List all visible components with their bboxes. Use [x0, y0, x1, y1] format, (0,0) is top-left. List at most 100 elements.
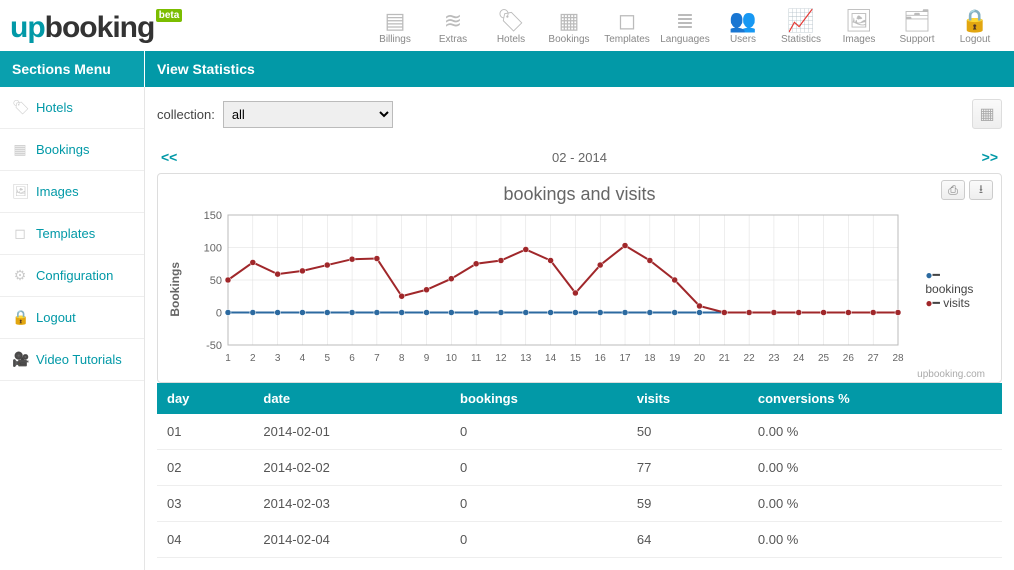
svg-text:27: 27 — [868, 353, 880, 364]
logout-icon: 🔒 — [946, 10, 1004, 32]
col-date: date — [253, 383, 450, 414]
hotels-icon: 🏷 — [482, 10, 540, 32]
main-content: collection: all ▦ << 02 - 2014 >> ⎙ ⭳ bo… — [145, 87, 1014, 570]
video-tutorials-icon: 🎥 — [12, 351, 28, 368]
images-icon: 🖼 — [830, 10, 888, 32]
svg-text:21: 21 — [719, 353, 731, 364]
topnav-statistics[interactable]: 📈Statistics — [772, 6, 830, 49]
svg-text:8: 8 — [399, 353, 405, 364]
chart-legend: ●━ bookings ●━ visits — [925, 268, 991, 310]
svg-text:26: 26 — [843, 353, 855, 364]
topnav-images[interactable]: 🖼Images — [830, 6, 888, 49]
sidebar-item-label: Templates — [36, 226, 95, 241]
svg-text:2: 2 — [250, 353, 256, 364]
chart-title: bookings and visits — [168, 180, 991, 209]
sidebar-item-bookings[interactable]: ▦ Bookings — [0, 129, 144, 171]
svg-text:1: 1 — [225, 353, 231, 364]
svg-text:15: 15 — [570, 353, 582, 364]
stats-table: daydatebookingsvisitsconversions % 01201… — [157, 383, 1002, 558]
svg-text:19: 19 — [669, 353, 681, 364]
col-day: day — [157, 383, 253, 414]
topnav-extras[interactable]: ≋Extras — [424, 6, 482, 49]
statistics-icon: 📈 — [772, 10, 830, 32]
col-conversions-%: conversions % — [748, 383, 1002, 414]
sidebar-item-images[interactable]: 🖼 Images — [0, 171, 144, 213]
chart-credit: upbooking.com — [168, 369, 991, 380]
topnav-logout[interactable]: 🔒Logout — [946, 6, 1004, 49]
svg-text:11: 11 — [471, 353, 482, 364]
period-label: 02 - 2014 — [552, 150, 607, 165]
sidebar-item-label: Video Tutorials — [36, 352, 122, 367]
bookings-icon: ▦ — [540, 10, 598, 32]
grid-view-button[interactable]: ▦ — [972, 99, 1002, 129]
svg-text:24: 24 — [793, 353, 805, 364]
collection-select[interactable]: all — [223, 101, 393, 128]
svg-text:16: 16 — [595, 353, 607, 364]
sidebar-item-label: Configuration — [36, 268, 113, 283]
export-chart-button[interactable]: ⭳ — [969, 180, 993, 200]
next-period-button[interactable]: >> — [982, 149, 998, 165]
topnav-billings[interactable]: ▤Billings — [366, 6, 424, 49]
print-chart-button[interactable]: ⎙ — [941, 180, 965, 200]
topnav-support[interactable]: 🗂Support — [888, 6, 946, 49]
topnav-bookings[interactable]: ▦Bookings — [540, 6, 598, 49]
svg-text:6: 6 — [349, 353, 355, 364]
sections-menu-header: Sections Menu — [0, 51, 145, 87]
svg-text:25: 25 — [818, 353, 830, 364]
col-visits: visits — [627, 383, 748, 414]
svg-text:13: 13 — [520, 353, 532, 364]
sidebar-item-logout[interactable]: 🔒 Logout — [0, 297, 144, 339]
logout-icon: 🔒 — [12, 309, 28, 326]
topnav-templates[interactable]: ◻Templates — [598, 6, 656, 49]
templates-icon: ◻ — [598, 10, 656, 32]
languages-icon: ≣ — [656, 10, 714, 32]
collection-label: collection: — [157, 107, 215, 122]
svg-text:150: 150 — [204, 210, 222, 222]
chart-plot: -500501001501234567891011121314151617181… — [188, 209, 905, 369]
svg-text:100: 100 — [204, 243, 222, 255]
svg-text:18: 18 — [644, 353, 656, 364]
prev-period-button[interactable]: << — [161, 149, 177, 165]
logo: upbooking beta — [10, 11, 154, 45]
table-row: 042014-02-040640.00 % — [157, 522, 1002, 558]
hotels-icon: 🏷 — [12, 99, 28, 116]
sidebar-item-hotels[interactable]: 🏷 Hotels — [0, 87, 144, 129]
svg-text:5: 5 — [324, 353, 330, 364]
bookings-icon: ▦ — [12, 141, 28, 158]
svg-text:4: 4 — [300, 353, 306, 364]
sidebar-item-templates[interactable]: ◻ Templates — [0, 213, 144, 255]
sidebar-item-label: Bookings — [36, 142, 89, 157]
teal-bar: Sections Menu View Statistics — [0, 51, 1014, 87]
sidebar-item-label: Hotels — [36, 100, 73, 115]
support-icon: 🗂 — [888, 10, 946, 32]
svg-text:20: 20 — [694, 353, 706, 364]
svg-text:9: 9 — [424, 353, 430, 364]
svg-text:22: 22 — [744, 353, 756, 364]
chart-box: ⎙ ⭳ bookings and visits Bookings -500501… — [157, 173, 1002, 383]
top-nav: ▤Billings≋Extras🏷Hotels▦Bookings◻Templat… — [366, 6, 1004, 49]
sidebar-item-video-tutorials[interactable]: 🎥 Video Tutorials — [0, 339, 144, 381]
svg-text:7: 7 — [374, 353, 380, 364]
table-row: 032014-02-030590.00 % — [157, 486, 1002, 522]
svg-text:0: 0 — [216, 308, 222, 320]
sidebar: 🏷 Hotels ▦ Bookings 🖼 Images ◻ Templates ⚙ Config… — [0, 87, 145, 570]
templates-icon: ◻ — [12, 225, 28, 242]
configuration-icon: ⚙ — [12, 267, 28, 284]
beta-badge: beta — [156, 9, 183, 22]
chart-ylabel: Bookings — [168, 262, 182, 317]
sidebar-item-configuration[interactable]: ⚙ Configuration — [0, 255, 144, 297]
sidebar-item-label: Logout — [36, 310, 76, 325]
header: upbooking beta ▤Billings≋Extras🏷Hotels▦B… — [0, 0, 1014, 51]
svg-text:14: 14 — [545, 353, 557, 364]
svg-text:23: 23 — [768, 353, 780, 364]
topnav-hotels[interactable]: 🏷Hotels — [482, 6, 540, 49]
images-icon: 🖼 — [12, 183, 28, 200]
topnav-languages[interactable]: ≣Languages — [656, 6, 714, 49]
svg-text:12: 12 — [495, 353, 507, 364]
sidebar-item-label: Images — [36, 184, 79, 199]
billings-icon: ▤ — [366, 10, 424, 32]
topnav-users[interactable]: 👥Users — [714, 6, 772, 49]
svg-text:28: 28 — [892, 353, 904, 364]
users-icon: 👥 — [714, 10, 772, 32]
svg-text:-50: -50 — [206, 340, 222, 352]
